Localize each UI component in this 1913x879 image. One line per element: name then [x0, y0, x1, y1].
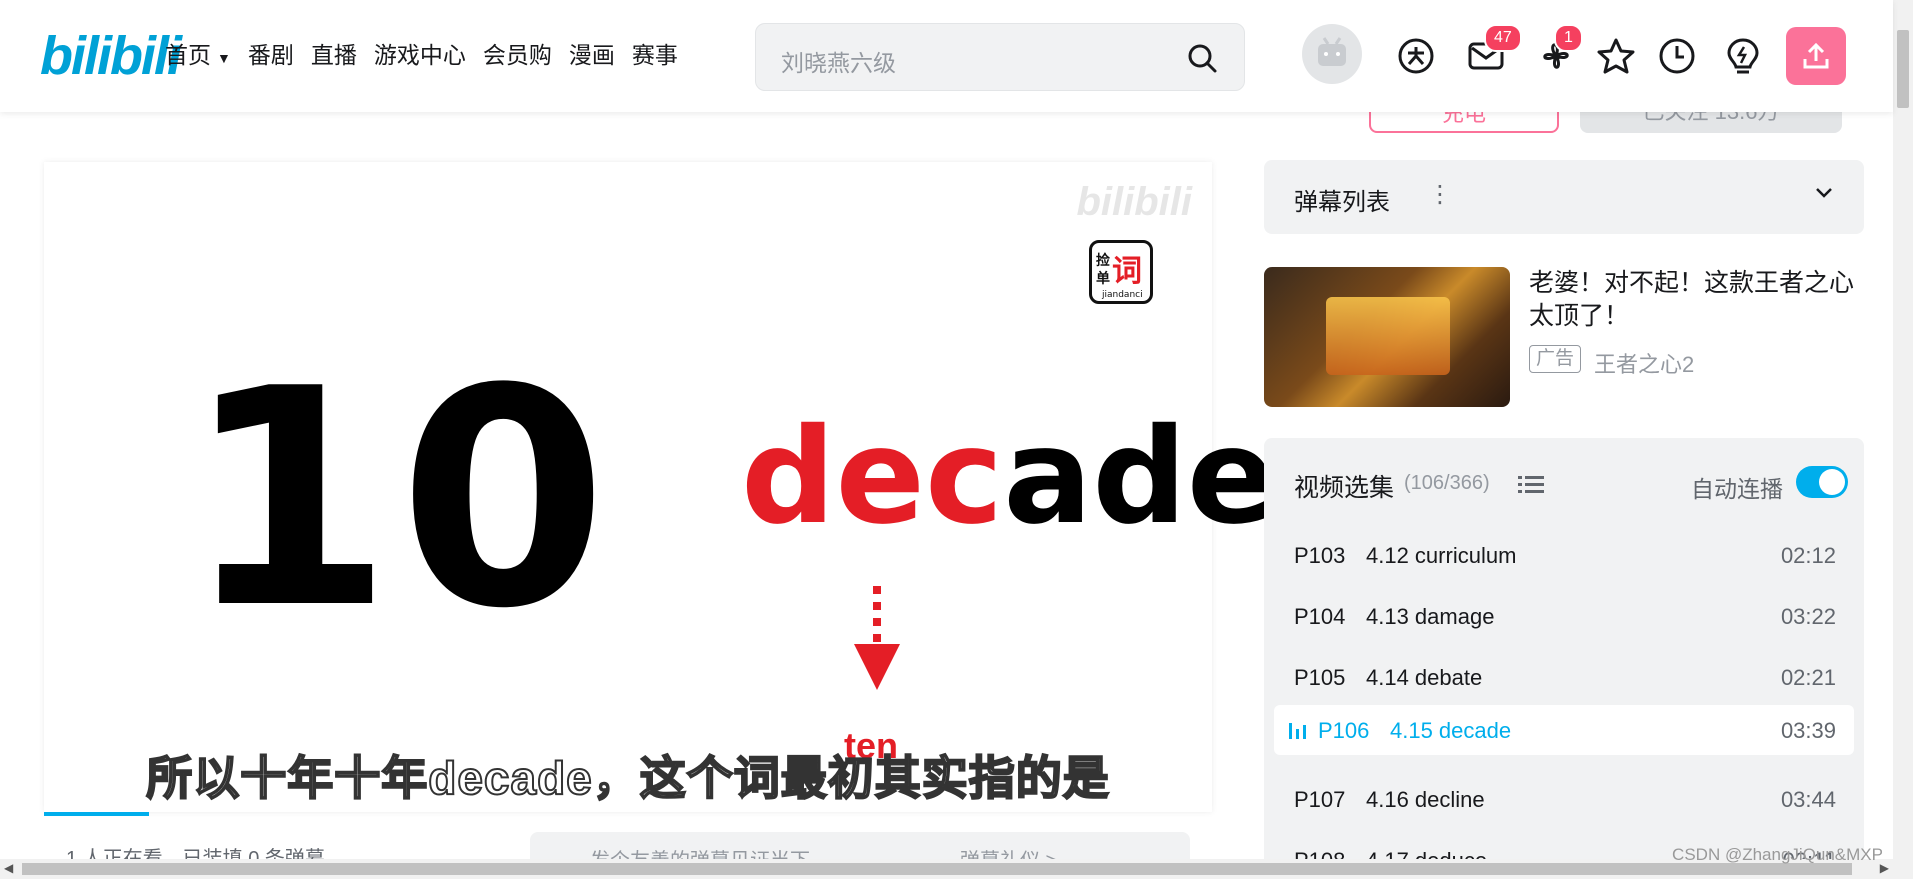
search-icon[interactable] [1186, 42, 1218, 74]
list-view-icon[interactable] [1518, 474, 1544, 496]
episode-count: (106/366) [1404, 472, 1490, 494]
episode-title: 4.12 curriculum [1366, 543, 1517, 568]
svg-text:jiandanci: jiandanci [1101, 290, 1143, 300]
episode-title: 4.13 damage [1366, 604, 1495, 629]
episode-number: P106 [1318, 718, 1370, 743]
episode-duration: 03:39 [1780, 718, 1836, 743]
bilibili-logo[interactable]: bilibili [40, 28, 182, 84]
episode-row[interactable]: P105 4.14 debate 02:21 [1274, 652, 1854, 702]
down-arrow-icon [854, 586, 900, 690]
episode-title: 4.14 debate [1366, 665, 1483, 690]
episode-number: P107 [1294, 787, 1346, 812]
csdn-watermark: CSDN @ZhangJiQun&MXP [1672, 845, 1883, 864]
chevron-down-icon[interactable] [1812, 180, 1836, 204]
avatar[interactable] [1302, 24, 1362, 84]
playing-icon [1289, 723, 1306, 739]
ad-title[interactable]: 老婆！对不起！这款王者之心太顶了！ [1529, 267, 1869, 333]
nav-manga[interactable]: 漫画 [569, 40, 615, 73]
jiandanci-logo: 捡 单 词 jiandanci [1089, 240, 1153, 304]
slide-word: decade [741, 402, 1276, 552]
episode-title: 4.15 decade [1390, 718, 1512, 743]
scrollbar-thumb[interactable] [22, 863, 1852, 875]
episode-row[interactable]: P104 4.13 damage 03:22 [1274, 591, 1854, 641]
favorite-icon[interactable] [1596, 36, 1636, 76]
top-header: bilibili 首页 ▼ 番剧 直播 游戏中心 会员购 漫画 赛事 刘晓燕六级 … [0, 0, 1893, 112]
message-badge: 47 [1484, 24, 1522, 52]
upload-icon [1803, 42, 1829, 69]
episode-duration: 03:44 [1780, 787, 1836, 812]
episode-number: P103 [1294, 543, 1346, 568]
nav-game-center[interactable]: 游戏中心 [374, 40, 466, 73]
svg-text:词: 词 [1112, 254, 1142, 289]
episode-list-title: 视频选集 [1294, 474, 1395, 502]
nav-live[interactable]: 直播 [311, 40, 357, 73]
episode-number: P104 [1294, 604, 1346, 629]
autoplay-toggle[interactable] [1796, 466, 1848, 498]
horizontal-scrollbar[interactable]: ◀ ▶ [0, 859, 1893, 879]
danmaku-list-panel[interactable]: 弹幕列表 ⋮ [1264, 160, 1864, 234]
episode-duration: 03:22 [1780, 604, 1836, 629]
more-vertical-icon[interactable]: ⋮ [1428, 180, 1452, 209]
nav-bangumi[interactable]: 番剧 [248, 40, 294, 73]
video-progress-bar[interactable] [44, 812, 150, 816]
vertical-scrollbar[interactable] [1893, 0, 1913, 879]
avatar-icon [1318, 37, 1346, 66]
svg-text:单: 单 [1096, 270, 1110, 287]
video-subtitle: 所以十年十年decade，这个词最初其实指的是 [145, 751, 1110, 805]
creation-icon[interactable] [1723, 36, 1763, 76]
episode-list-panel: 视频选集 (106/366) 自动连播 P103 4.12 curriculum… [1264, 438, 1864, 879]
slide-number: 10 [184, 325, 614, 674]
word-suffix-part: ade [1003, 400, 1277, 554]
history-icon[interactable] [1657, 36, 1697, 76]
ad-thumbnail[interactable] [1264, 267, 1510, 407]
ad-brand[interactable]: 王者之心2 [1594, 347, 1694, 379]
nav-esports[interactable]: 赛事 [632, 40, 678, 73]
autoplay-label: 自动连播 [1691, 476, 1783, 502]
episode-row[interactable]: P103 4.12 curriculum 02:12 [1274, 530, 1854, 580]
ad-thumbnail-art [1326, 297, 1450, 375]
word-root-part: dec [741, 400, 1004, 554]
dynamic-badge: 1 [1554, 24, 1583, 52]
svg-text:捡: 捡 [1096, 252, 1110, 269]
search-input[interactable]: 刘晓燕六级 [781, 44, 896, 78]
nav-mall[interactable]: 会员购 [483, 40, 552, 73]
danmaku-list-title: 弹幕列表 [1294, 189, 1390, 216]
nav-home[interactable]: 首页 ▼ [165, 40, 231, 73]
player-watermark: bilibili [1076, 180, 1192, 224]
video-player[interactable]: bilibili 捡 单 词 jiandanci 10 decade ten 所… [44, 162, 1276, 816]
episode-row[interactable]: P107 4.16 decline 03:44 [1274, 774, 1854, 824]
big-member-icon[interactable] [1396, 36, 1436, 76]
toggle-knob [1819, 469, 1845, 495]
upload-button[interactable] [1786, 27, 1846, 85]
episode-row-active[interactable]: P106 4.15 decade 03:39 [1274, 705, 1854, 755]
ad-tag: 广告 [1529, 345, 1582, 373]
search-box[interactable]: 刘晓燕六级 [755, 23, 1245, 91]
episode-duration: 02:12 [1780, 543, 1836, 568]
ad-card[interactable]: 老婆！对不起！这款王者之心太顶了！ 广告 王者之心2 [1264, 267, 1864, 407]
episode-title: 4.16 decline [1366, 787, 1485, 812]
nav-home-label: 首页 [165, 42, 211, 68]
chevron-down-icon: ▼ [217, 50, 231, 66]
episode-duration: 02:21 [1780, 665, 1836, 690]
main-nav: 首页 ▼ 番剧 直播 游戏中心 会员购 漫画 赛事 [165, 40, 678, 73]
episode-number: P105 [1294, 665, 1346, 690]
scrollbar-thumb[interactable] [1897, 30, 1909, 108]
scroll-left-icon[interactable]: ◀ [4, 861, 13, 875]
